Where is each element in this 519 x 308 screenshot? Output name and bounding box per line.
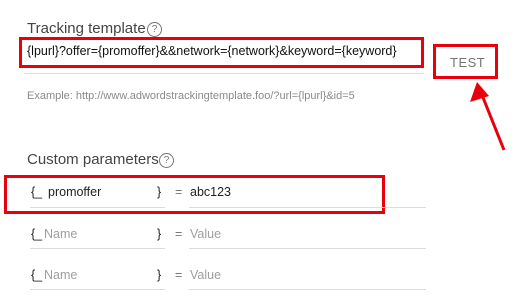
param-equals: = bbox=[175, 268, 183, 282]
tracking-template-title: Tracking template bbox=[27, 20, 146, 37]
param-value-underline bbox=[189, 248, 426, 249]
param-close: } bbox=[157, 227, 162, 241]
custom-parameters-title: Custom parameters bbox=[27, 151, 159, 168]
param-close: } bbox=[157, 268, 162, 282]
custom-help-icon[interactable]: ? bbox=[159, 153, 174, 168]
param-value-input[interactable]: Value bbox=[190, 227, 221, 241]
tracking-help-icon[interactable]: ? bbox=[147, 22, 162, 37]
param-name-input[interactable]: Name bbox=[44, 227, 77, 241]
test-button[interactable]: TEST bbox=[450, 55, 485, 70]
param-value-input[interactable]: Value bbox=[190, 268, 221, 282]
param-value-underline bbox=[189, 207, 426, 208]
param-prefix: {_ bbox=[31, 185, 43, 199]
param-equals: = bbox=[175, 185, 183, 199]
param-name-underline bbox=[30, 248, 165, 249]
param-name-input[interactable]: Name bbox=[44, 268, 77, 282]
param-name-underline bbox=[30, 289, 165, 290]
param-equals: = bbox=[175, 227, 183, 241]
tracking-input-underline bbox=[24, 73, 424, 74]
param-name-underline bbox=[30, 207, 165, 208]
param-value-underline bbox=[189, 289, 426, 290]
param-prefix: {_ bbox=[31, 227, 43, 241]
param-prefix: {_ bbox=[31, 268, 43, 282]
param-value-input[interactable]: abc123 bbox=[190, 185, 231, 199]
param-close: } bbox=[157, 185, 162, 199]
tracking-template-input[interactable]: {lpurl}?offer={promoffer}&&network={netw… bbox=[27, 44, 397, 58]
annotation-arrow bbox=[470, 82, 506, 151]
tracking-example: Example: http://www.adwordstrackingtempl… bbox=[27, 90, 355, 102]
param-name-input[interactable]: promoffer bbox=[48, 185, 101, 199]
